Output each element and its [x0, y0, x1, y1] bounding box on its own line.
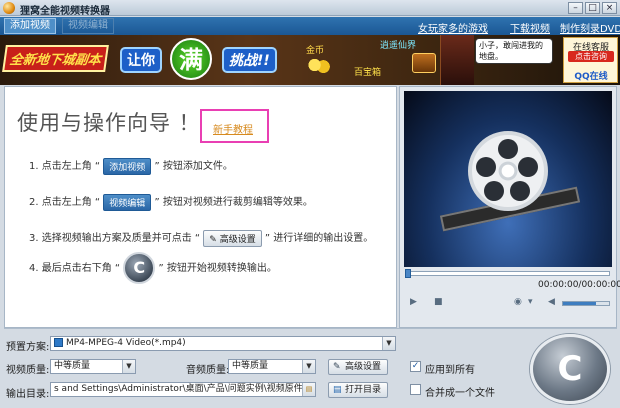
open-directory-label: 打开目录	[345, 385, 382, 395]
step3-text-pre: 3. 选择视频输出方案及质量并可点击	[29, 233, 192, 244]
stop-button[interactable]: ■	[434, 297, 443, 307]
video-quality-value: 中等质量	[54, 361, 91, 371]
tutorial-link[interactable]: 新手教程	[213, 121, 253, 136]
banner-headline: 全新地下城副本	[2, 45, 109, 72]
close-button[interactable]: ×	[602, 2, 617, 14]
play-button[interactable]: ▶	[410, 297, 417, 307]
window-title: 狸窝全能视频转换器	[20, 6, 110, 17]
guide-step-4: 4. 最后点击右下角 “ C ” 按钮开始视频转换输出。	[29, 251, 277, 287]
preset-value: MP4-MPEG-4 Video(*.mp4)	[66, 338, 186, 348]
gold-coins-icon	[308, 57, 330, 73]
step2-video-edit-button[interactable]: 视频编辑	[103, 193, 152, 211]
banner-gold-label: 金币	[306, 46, 325, 56]
app-logo-icon	[3, 2, 15, 14]
link-female-games[interactable]: 女玩家多的游戏	[418, 20, 488, 35]
film-reel-icon	[468, 131, 548, 211]
guide-title: 使用与操作向导 ！	[17, 111, 201, 135]
link-burn-dvd[interactable]: 制作刻录DVD	[560, 20, 620, 35]
volume-slider[interactable]	[562, 301, 610, 306]
treasure-chest-icon	[412, 53, 436, 73]
banner-badge-max-level: 满级	[170, 38, 212, 80]
minimize-button[interactable]: –	[568, 2, 583, 14]
format-icon	[54, 338, 63, 347]
volume-speaker-icon[interactable]: ◀	[548, 297, 555, 307]
audio-quality-label: 音频质量:	[186, 365, 230, 376]
title-bar: 狸窝全能视频转换器 – □ ×	[0, 0, 620, 17]
guide-step-3: 3. 选择视频输出方案及质量并可点击 “ ✎ 高级设置 ” 进行详细的输出设置。	[29, 229, 373, 247]
advanced-settings-label: 高级设置	[345, 362, 382, 372]
folder-browse-icon[interactable]: ▤	[302, 383, 315, 396]
banner-text-challenge: 挑战!!	[222, 47, 277, 73]
video-quality-label: 视频质量:	[6, 365, 50, 376]
wrench-icon: ✎	[333, 362, 341, 372]
step4-text-post: 按钮开始视频转换输出。	[166, 263, 277, 274]
maximize-button[interactable]: □	[585, 2, 600, 14]
step1-text-post: 按钮添加文件。	[162, 161, 233, 172]
merge-files-checkbox[interactable]	[410, 384, 421, 395]
warrior-figure-icon	[440, 35, 474, 85]
menu-bar: 添加视频 视频编辑 女玩家多的游戏 下载视频 制作刻录DVD	[0, 17, 620, 35]
banner-game-name: 逍遥仙界	[380, 41, 417, 51]
chevron-down-icon[interactable]: ▼	[302, 360, 315, 373]
audio-quality-value: 中等质量	[232, 361, 269, 371]
advanced-settings-button[interactable]: ✎ 高级设置	[328, 359, 389, 375]
seek-knob[interactable]	[405, 269, 411, 278]
audio-quality-select[interactable]: 中等质量 ▼	[228, 359, 316, 374]
step1-add-video-button[interactable]: 添加视频	[103, 157, 152, 175]
tab-add-video[interactable]: 添加视频	[4, 18, 56, 34]
time-display: 00:00:00/00:00:00	[538, 280, 620, 290]
ad-banner[interactable]: 全新地下城副本 让你 满级 挑战!! 金币 逍遥仙界 百宝箱 小子，敢闯进我的地…	[0, 35, 620, 85]
output-dir-label: 输出目录:	[6, 389, 50, 400]
open-directory-button[interactable]: ▤ 打开目录	[328, 382, 389, 398]
guide-step-1: 1. 点击左上角 “ 添加视频 ” 按钮添加文件。	[29, 157, 233, 175]
preset-label: 预置方案:	[6, 342, 50, 353]
video-quality-select[interactable]: 中等质量 ▼	[50, 359, 136, 374]
tab-video-edit[interactable]: 视频编辑	[62, 18, 114, 34]
step4-convert-icon: C	[123, 252, 156, 284]
wrench-icon: ✎	[209, 234, 217, 245]
step3-text-post: 进行详细的输出设置。	[273, 233, 374, 244]
step2-text-pre: 2. 点击左上角	[29, 197, 92, 208]
divider	[4, 328, 617, 329]
apply-all-checkbox[interactable]: ✓	[410, 361, 421, 372]
step3-advanced-settings-button[interactable]: ✎ 高级设置	[203, 229, 262, 247]
banner-speech-bubble: 小子，敢闯进我的地盘。	[475, 38, 553, 64]
preset-select[interactable]: MP4-MPEG-4 Video(*.mp4) ▼	[50, 336, 396, 351]
guide-step-2: 2. 点击左上角 “ 视频编辑 ” 按钮对视频进行裁剪编辑等效果。	[29, 193, 313, 211]
guide-panel: 使用与操作向导 ！ 新手教程 1. 点击左上角 “ 添加视频 ” 按钮添加文件。…	[4, 86, 397, 328]
qq-support-widget[interactable]: 在线客服 点击咨询 QQ在线	[563, 37, 618, 83]
chevron-down-icon[interactable]: ▼	[382, 337, 395, 350]
link-download-video[interactable]: 下载视频	[510, 20, 550, 35]
snapshot-dropdown-icon[interactable]: ▾	[528, 297, 533, 307]
chevron-down-icon[interactable]: ▼	[122, 360, 135, 373]
output-dir-input[interactable]: s and Settings\Administrator\桌面\产品\问题实例\…	[50, 382, 316, 397]
step4-text-pre: 4. 最后点击右下角	[29, 263, 112, 274]
video-preview-screen	[404, 91, 612, 267]
step2-text-post: 按钮对视频进行裁剪编辑等效果。	[162, 197, 313, 208]
merge-files-label: 合并成一个文件	[425, 388, 495, 399]
qq-consult-button[interactable]: 点击咨询	[568, 51, 614, 62]
apply-all-label: 应用到所有	[425, 365, 475, 376]
output-settings: 预置方案: MP4-MPEG-4 Video(*.mp4) ▼ 视频质量: 中等…	[0, 330, 620, 408]
player-controls: ▶ ■ ◉ ▾ ◀	[404, 295, 612, 311]
output-dir-value: s and Settings\Administrator\桌面\产品\问题实例\…	[54, 384, 316, 394]
folder-icon: ▤	[333, 385, 342, 395]
step3-advanced-label: 高级设置	[219, 234, 256, 245]
qq-online-link[interactable]: QQ在线	[566, 69, 616, 82]
convert-button[interactable]: C	[530, 334, 610, 404]
snapshot-camera-icon[interactable]: ◉	[514, 297, 522, 307]
seek-bar[interactable]	[405, 269, 610, 278]
tutorial-highlight-box: 新手教程	[200, 109, 269, 143]
preview-panel: 00:00:00/00:00:00 ▶ ■ ◉ ▾ ◀	[399, 86, 620, 328]
volume-slider-fill	[563, 302, 597, 305]
banner-text-let-you: 让你	[120, 47, 162, 73]
step1-text-pre: 1. 点击左上角	[29, 161, 92, 172]
banner-treasure-label: 百宝箱	[354, 68, 382, 78]
